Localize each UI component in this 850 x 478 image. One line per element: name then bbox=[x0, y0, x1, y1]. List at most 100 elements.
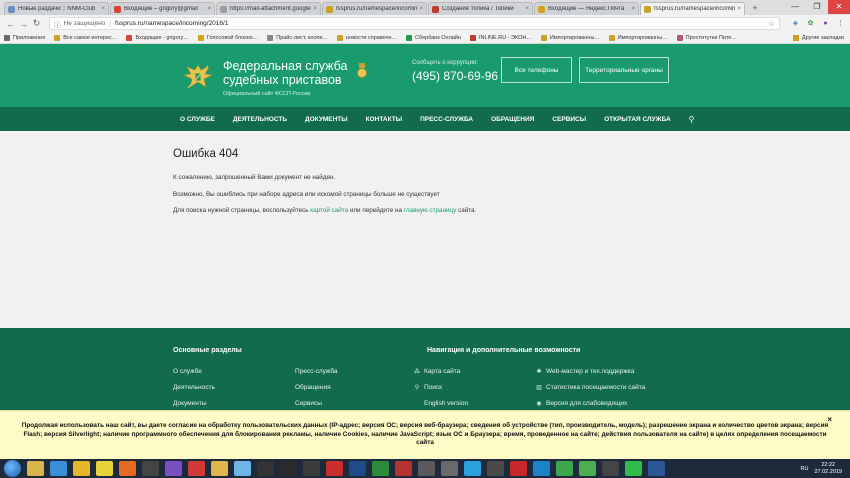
tab-close-icon[interactable]: × bbox=[737, 6, 741, 12]
footer-link[interactable]: Документы bbox=[173, 400, 207, 407]
nav-item[interactable]: ПРЕСС-СЛУЖБА bbox=[420, 116, 473, 123]
reload-icon[interactable]: ↻ bbox=[30, 18, 43, 29]
browser-tab[interactable]: fssprus.ru/namespace/incoming × bbox=[640, 2, 745, 15]
footer-link[interactable]: Пресс-служба bbox=[295, 368, 338, 375]
footer-link[interactable]: О службе bbox=[173, 368, 202, 375]
app-taskbar-icon-23[interactable] bbox=[533, 461, 550, 476]
warning-icon[interactable]: ⓘ bbox=[54, 19, 61, 29]
footer-link[interactable]: ▥ Статистика посещаемости сайта bbox=[535, 384, 645, 391]
skype-taskbar-icon[interactable] bbox=[464, 461, 481, 476]
cookie-close-icon[interactable]: × bbox=[827, 415, 832, 424]
footer-link[interactable]: ⚲ Поиск bbox=[413, 384, 442, 391]
nav-item[interactable]: КОНТАКТЫ bbox=[366, 116, 402, 123]
batman-taskbar-icon[interactable] bbox=[96, 461, 113, 476]
chrome-taskbar-icon[interactable] bbox=[73, 461, 90, 476]
window-close-button[interactable]: ✕ bbox=[828, 0, 850, 14]
bookmark-star-icon[interactable]: ☆ bbox=[768, 19, 775, 28]
app-taskbar-icon-12[interactable] bbox=[280, 461, 297, 476]
app-taskbar-icon-24[interactable] bbox=[556, 461, 573, 476]
footer-link[interactable]: Деятельность bbox=[173, 384, 215, 391]
app-taskbar-icon-21[interactable] bbox=[487, 461, 504, 476]
tab-close-icon[interactable]: × bbox=[631, 6, 635, 12]
nav-item[interactable]: ОБРАЩЕНИЯ bbox=[491, 116, 534, 123]
bookmark-item[interactable]: Прайс-лист, коопе… bbox=[267, 34, 328, 41]
nav-item[interactable]: ДЕЯТЕЛЬНОСТЬ bbox=[233, 116, 287, 123]
footer-link[interactable]: Сервисы bbox=[295, 400, 322, 407]
bookmark-item[interactable]: новости справочн… bbox=[337, 34, 397, 41]
new-tab-button[interactable]: + bbox=[749, 2, 761, 14]
app-taskbar-icon-18[interactable] bbox=[418, 461, 435, 476]
url-input[interactable]: ⓘ Не защищено | fssprus.ru/namespace/inc… bbox=[49, 17, 780, 30]
bookmark-item[interactable]: Проститутки Пите… bbox=[676, 34, 737, 41]
dreamweaver-taskbar-icon[interactable] bbox=[372, 461, 389, 476]
other-bookmarks[interactable]: Другие закладки bbox=[792, 32, 844, 44]
tab-close-icon[interactable]: × bbox=[419, 6, 423, 12]
sitemap-link[interactable]: картой сайта bbox=[310, 207, 348, 214]
all-phones-button[interactable]: Все телефоны bbox=[501, 57, 572, 83]
app-taskbar-icon-26[interactable] bbox=[602, 461, 619, 476]
app-taskbar-icon-11[interactable] bbox=[257, 461, 274, 476]
tab-close-icon[interactable]: × bbox=[525, 6, 529, 12]
bookmark-item[interactable]: Приложения bbox=[4, 34, 45, 41]
footer-link[interactable]: English version bbox=[413, 400, 468, 407]
word-taskbar-icon[interactable] bbox=[648, 461, 665, 476]
explorer-taskbar-icon[interactable] bbox=[27, 461, 44, 476]
media-taskbar-icon[interactable] bbox=[142, 461, 159, 476]
footer-link[interactable]: ⁂ Карта сайта bbox=[413, 368, 460, 375]
tab-close-icon[interactable]: × bbox=[207, 6, 211, 12]
nav-item[interactable]: О СЛУЖБЕ bbox=[180, 116, 215, 123]
clock[interactable]: 22:22 27.02.2019 bbox=[814, 462, 842, 476]
tab-close-icon[interactable]: × bbox=[101, 6, 105, 12]
footer-link[interactable]: Обращения bbox=[295, 384, 331, 391]
folder-taskbar-icon[interactable] bbox=[211, 461, 228, 476]
browser-tab[interactable]: Входящие — Яндекс.Почта × bbox=[534, 2, 639, 15]
nav-item[interactable]: СЕРВИСЫ bbox=[552, 116, 586, 123]
bookmark-item[interactable]: Импортированны… bbox=[540, 34, 600, 41]
language-indicator[interactable]: RU bbox=[801, 466, 809, 472]
shield-extension-icon[interactable]: ◈ bbox=[790, 18, 801, 29]
nav-item[interactable]: ОТКРЫТАЯ СЛУЖБА bbox=[604, 116, 671, 123]
browser-tab[interactable]: Создание топика / Топики × bbox=[428, 2, 533, 15]
bookmark-item[interactable]: Импортированны… bbox=[608, 34, 668, 41]
browser-tab[interactable]: Входящие – grigory@gmail × bbox=[110, 2, 215, 15]
start-button[interactable] bbox=[4, 460, 21, 477]
whatsapp-taskbar-icon[interactable] bbox=[625, 461, 642, 476]
ie-taskbar-icon[interactable] bbox=[50, 461, 67, 476]
eagle-emblem-icon[interactable] bbox=[182, 61, 214, 93]
nav-item[interactable]: ДОКУМЕНТЫ bbox=[305, 116, 348, 123]
app-taskbar-icon-22[interactable] bbox=[510, 461, 527, 476]
paint-taskbar-icon[interactable] bbox=[234, 461, 251, 476]
maximize-button[interactable]: ❐ bbox=[806, 0, 828, 14]
territorial-bodies-button[interactable]: Территориальные органы bbox=[579, 57, 669, 83]
minimize-button[interactable]: — bbox=[784, 0, 806, 14]
browser-tab[interactable]: https://mail-attachment.googleu… × bbox=[216, 2, 321, 15]
firefox-taskbar-icon[interactable] bbox=[119, 461, 136, 476]
opera-taskbar-icon[interactable] bbox=[188, 461, 205, 476]
app-taskbar-icon-17[interactable] bbox=[395, 461, 412, 476]
app-taskbar-icon-13[interactable] bbox=[303, 461, 320, 476]
visual-studio-taskbar-icon[interactable] bbox=[165, 461, 182, 476]
bookmark-item[interactable]: Сбербанк Онлайн bbox=[406, 34, 461, 41]
browser-tab[interactable]: fssprus.ru/namespace/incoming × bbox=[322, 2, 427, 15]
bookmark-item[interactable]: INLINE.RU - ЭКОН… bbox=[469, 34, 532, 41]
forward-icon[interactable]: → bbox=[17, 19, 30, 29]
search-icon[interactable]: ⚲ bbox=[689, 115, 695, 124]
homepage-link[interactable]: главную страницу bbox=[404, 207, 457, 214]
footer-link[interactable]: ✱ Web-мастер и тех.поддержка bbox=[535, 368, 634, 375]
profile-avatar[interactable]: ● bbox=[820, 18, 831, 29]
app-taskbar-icon-19[interactable] bbox=[441, 461, 458, 476]
site-title[interactable]: Федеральная служба судебных приставов bbox=[223, 59, 348, 87]
hotline-phone[interactable]: (495) 870-69-96 bbox=[412, 69, 498, 83]
browser-tab[interactable]: Новые раздачи :: NNM-Club × bbox=[4, 2, 109, 15]
bookmark-item[interactable]: Все самое интерес… bbox=[54, 34, 117, 41]
back-icon[interactable]: ← bbox=[4, 19, 17, 29]
bookmark-item[interactable]: Голосовой блокно… bbox=[197, 34, 258, 41]
tab-close-icon[interactable]: × bbox=[313, 6, 317, 12]
app-taskbar-icon-15[interactable] bbox=[349, 461, 366, 476]
app-taskbar-icon-25[interactable] bbox=[579, 461, 596, 476]
acrobat-taskbar-icon[interactable] bbox=[326, 461, 343, 476]
footer-link[interactable]: ◉ Версия для слабовидящих bbox=[535, 400, 627, 407]
leaf-extension-icon[interactable]: ✿ bbox=[805, 18, 816, 29]
menu-icon[interactable]: ⋮ bbox=[835, 18, 846, 29]
bookmark-item[interactable]: Входящие - grigory… bbox=[126, 34, 189, 41]
